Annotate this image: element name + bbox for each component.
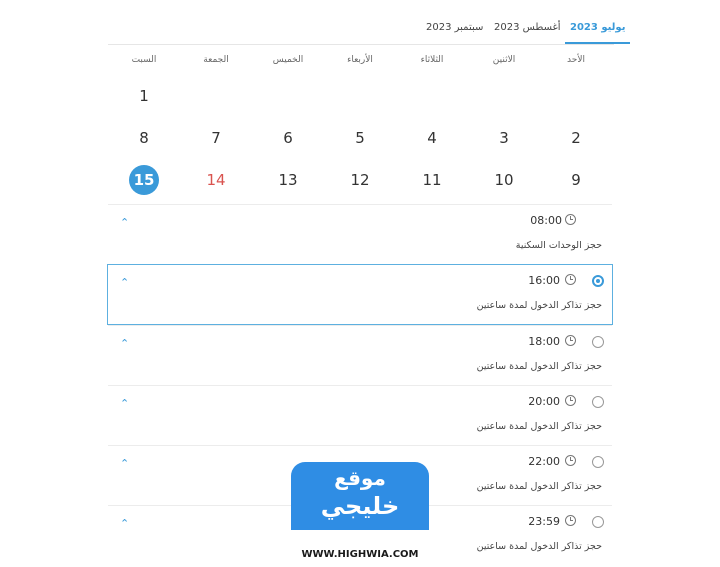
tab-september-2023[interactable]: سبتمبر 2023 (426, 22, 483, 33)
radio-button-selected[interactable] (592, 275, 604, 287)
chevron-up-icon[interactable]: ⌃ (120, 276, 129, 289)
month-tabs: سبتمبر 2023 أغسطس 2023 يوليو 2023 (108, 0, 631, 45)
tab-july-label: يوليو 2023 (570, 22, 626, 33)
weekday-friday: الجمعة (203, 55, 229, 65)
clock-icon (565, 274, 576, 285)
day-6[interactable]: 6 (273, 123, 303, 153)
chevron-up-icon[interactable]: ⌃ (120, 517, 129, 530)
day-7[interactable]: 7 (201, 123, 231, 153)
weekday-saturday: السبت (131, 55, 157, 65)
slot-time: 20:00 (528, 395, 560, 408)
slot-description: حجز تذاكر الدخول لمدة ساعتين (476, 541, 602, 552)
day-12[interactable]: 12 (345, 165, 375, 195)
weekday-thursday: الخميس (272, 55, 304, 65)
chevron-up-icon[interactable]: ⌃ (120, 457, 129, 470)
day-5[interactable]: 5 (345, 123, 375, 153)
slot-time: 08:00 (530, 214, 562, 227)
watermark-logo: موقع خليجي WWW.HIGHWIA.COM (291, 462, 429, 566)
chevron-up-icon[interactable]: ⌃ (120, 216, 129, 229)
watermark-url: WWW.HIGHWIA.COM (291, 549, 429, 560)
day-3[interactable]: 3 (489, 123, 519, 153)
day-4[interactable]: 4 (417, 123, 447, 153)
radio-button[interactable] (592, 396, 604, 408)
clock-icon (565, 214, 576, 225)
chevron-up-icon[interactable]: ⌃ (120, 397, 129, 410)
radio-button[interactable] (592, 516, 604, 528)
slot-description: حجز تذاكر الدخول لمدة ساعتين (476, 300, 602, 311)
watermark-line1: موقع (334, 466, 386, 490)
slot-description: حجز تذاكر الدخول لمدة ساعتين (476, 361, 602, 372)
weekday-wednesday: الأربعاء (347, 55, 373, 65)
radio-button[interactable] (592, 336, 604, 348)
day-11[interactable]: 11 (417, 165, 447, 195)
clock-icon (565, 395, 576, 406)
weekday-tuesday: الثلاثاء (420, 55, 444, 65)
day-9[interactable]: 9 (561, 165, 591, 195)
day-2[interactable]: 2 (561, 123, 591, 153)
time-slot-2000[interactable]: ⌃ 20:00 حجز تذاكر الدخول لمدة ساعتين (108, 385, 612, 445)
slot-description: حجز تذاكر الدخول لمدة ساعتين (476, 481, 602, 492)
weekday-monday: الاثنين (492, 55, 516, 65)
slot-time: 22:00 (528, 455, 560, 468)
tab-august-2023[interactable]: أغسطس 2023 (494, 22, 561, 33)
weekday-sunday: الأحد (567, 55, 585, 65)
clock-icon (565, 515, 576, 526)
day-10[interactable]: 10 (489, 165, 519, 195)
day-14[interactable]: 14 (201, 165, 231, 195)
time-slot-1800[interactable]: ⌃ 18:00 حجز تذاكر الدخول لمدة ساعتين (108, 325, 612, 385)
active-tab-indicator (565, 42, 631, 44)
time-slot-1600[interactable]: ⌃ 16:00 حجز تذاكر الدخول لمدة ساعتين (107, 264, 613, 325)
slot-description: حجز تذاكر الدخول لمدة ساعتين (476, 421, 602, 432)
day-8[interactable]: 8 (129, 123, 159, 153)
time-slot-0800[interactable]: ⌃ 08:00 حجز الوحدات السكنية (108, 204, 612, 264)
day-1[interactable]: 1 (129, 81, 159, 111)
slot-time: 16:00 (528, 274, 560, 287)
slot-time: 23:59 (528, 515, 560, 528)
chevron-up-icon[interactable]: ⌃ (120, 337, 129, 350)
tab-july-2023[interactable]: يوليو 2023 (565, 22, 631, 44)
day-15-selected[interactable]: 15 (129, 165, 159, 195)
radio-button[interactable] (592, 456, 604, 468)
slot-time: 18:00 (528, 335, 560, 348)
day-13[interactable]: 13 (273, 165, 303, 195)
clock-icon (565, 455, 576, 466)
watermark-line2: خليجي (320, 492, 400, 520)
slot-description: حجز الوحدات السكنية (515, 240, 602, 251)
clock-icon (565, 335, 576, 346)
